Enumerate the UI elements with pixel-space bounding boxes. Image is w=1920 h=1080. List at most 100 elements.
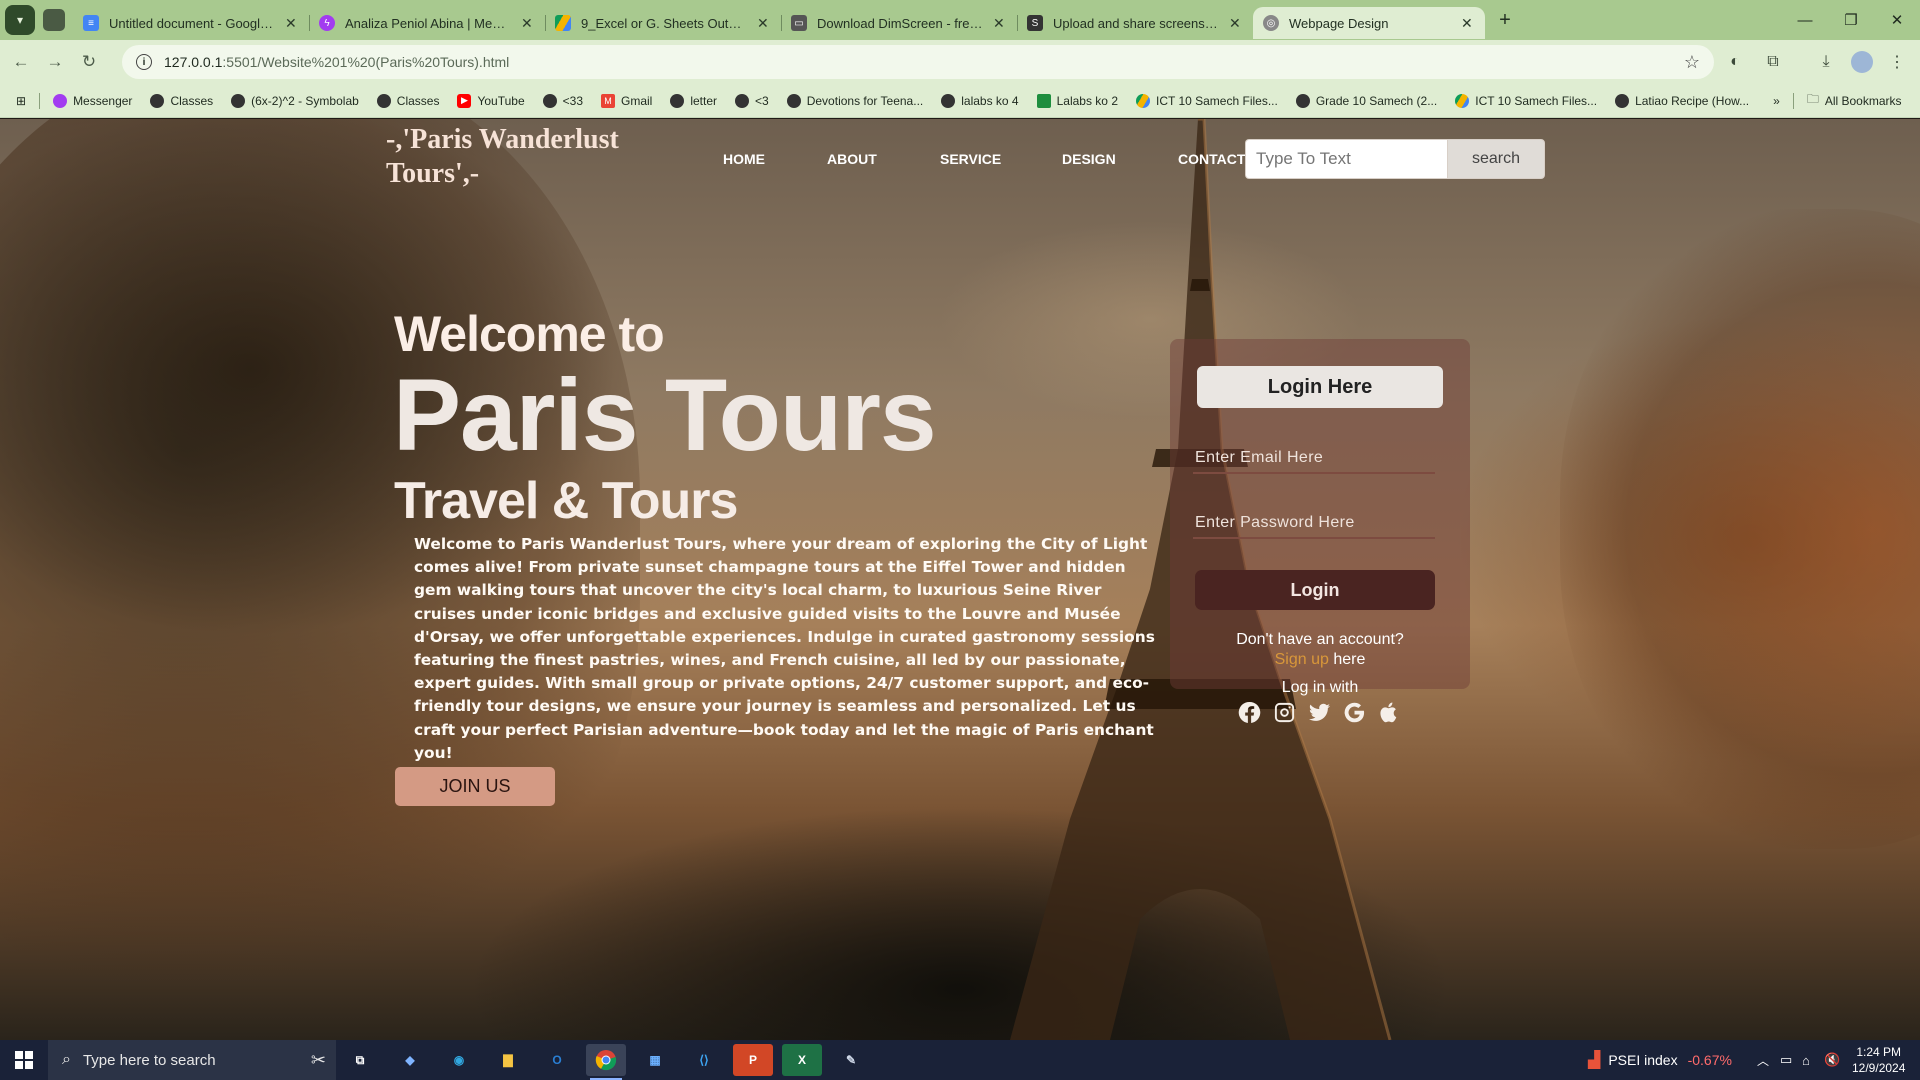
window-close-icon[interactable]: ✕ bbox=[1874, 0, 1920, 40]
bookmark-label: (6x-2)^2 - Symbolab bbox=[251, 93, 359, 108]
new-tab-button[interactable]: + bbox=[1491, 6, 1519, 34]
google-icon[interactable] bbox=[1341, 699, 1368, 726]
browser-tab-screenshots[interactable]: S Upload and share screenshots and ✕ bbox=[1017, 7, 1253, 39]
bookmark-item[interactable]: M Gmail bbox=[592, 93, 661, 108]
globe-icon bbox=[1615, 93, 1630, 108]
hero-welcome-heading: Welcome to bbox=[394, 306, 665, 362]
close-icon[interactable]: ✕ bbox=[521, 15, 535, 32]
task-view-icon[interactable]: ⧉ bbox=[340, 1044, 380, 1076]
nav-home[interactable]: HOME bbox=[723, 151, 765, 167]
facebook-icon[interactable] bbox=[1236, 699, 1263, 726]
bookmark-label: <3 bbox=[755, 93, 769, 108]
site-search-button[interactable]: search bbox=[1447, 139, 1545, 179]
bookmark-star-icon[interactable]: ☆ bbox=[1684, 52, 1700, 73]
outlook-icon[interactable]: O bbox=[537, 1044, 577, 1076]
profile-avatar[interactable] bbox=[1851, 51, 1873, 73]
chrome-icon[interactable] bbox=[586, 1044, 626, 1080]
signup-link[interactable]: Sign up bbox=[1275, 651, 1329, 668]
no-account-text: Don't have an account? bbox=[1236, 631, 1404, 648]
bookmark-item[interactable]: Classes bbox=[141, 93, 222, 108]
clock[interactable]: 1:24 PM 12/9/2024 bbox=[1852, 1040, 1905, 1080]
gmail-icon: M bbox=[601, 93, 615, 108]
twitter-icon[interactable] bbox=[1306, 699, 1333, 726]
network-icon[interactable]: ⌂ bbox=[1802, 1040, 1810, 1080]
tab-group-icon[interactable] bbox=[43, 9, 65, 31]
search-icon: ⌕ bbox=[62, 1051, 71, 1068]
instagram-icon[interactable] bbox=[1271, 699, 1298, 726]
excel-icon[interactable]: X bbox=[782, 1044, 822, 1076]
search-highlight-icon: ✂ bbox=[310, 1049, 326, 1070]
extensions-puzzle-icon[interactable]: ⧉ bbox=[1762, 51, 1784, 73]
bookmark-item[interactable]: Latiao Recipe (How... bbox=[1606, 93, 1758, 108]
site-logo[interactable]: -,'Paris Wanderlust Tours',- bbox=[386, 123, 666, 191]
stock-widget[interactable]: ▟ PSEI index -0.67% bbox=[1588, 1040, 1732, 1080]
browser-tab-messenger[interactable]: ϟ Analiza Peniol Abina | Messenger ✕ bbox=[309, 7, 545, 39]
microsoft-store-icon[interactable]: ▦ bbox=[635, 1044, 675, 1076]
browser-tab-webpage-design[interactable]: ◎ Webpage Design ✕ bbox=[1253, 7, 1485, 39]
bookmarks-divider bbox=[39, 92, 41, 109]
taskbar-search-box[interactable]: ⌕ Type here to search ✂ bbox=[48, 1040, 336, 1080]
more-menu-icon[interactable]: ⋮ bbox=[1886, 51, 1908, 73]
powerpoint-icon[interactable]: P bbox=[733, 1044, 773, 1076]
bookmark-label: Gmail bbox=[621, 93, 653, 108]
nav-contact[interactable]: CONTACT bbox=[1178, 151, 1245, 167]
sb-icon: S bbox=[1027, 15, 1043, 31]
close-icon[interactable]: ✕ bbox=[1229, 15, 1243, 32]
forward-icon[interactable]: → bbox=[38, 45, 72, 79]
bookmark-item[interactable]: Classes bbox=[368, 93, 449, 108]
close-icon[interactable]: ✕ bbox=[993, 15, 1007, 32]
join-us-button[interactable]: JOIN US bbox=[395, 767, 555, 806]
bookmark-item[interactable]: Devotions for Teena... bbox=[778, 93, 933, 108]
download-icon[interactable]: ⤓ bbox=[1815, 51, 1837, 73]
edge-icon[interactable]: ◉ bbox=[439, 1044, 479, 1076]
restore-icon[interactable]: ❐ bbox=[1828, 0, 1874, 40]
bookmark-label: Grade 10 Samech (2... bbox=[1315, 93, 1438, 108]
all-bookmarks-button[interactable]: 🗀 All Bookmarks bbox=[1798, 90, 1911, 111]
minimize-icon[interactable]: — bbox=[1782, 0, 1828, 40]
apple-icon[interactable] bbox=[1376, 699, 1403, 726]
nav-design[interactable]: DESIGN bbox=[1062, 151, 1116, 167]
volume-muted-icon[interactable]: 🔇 bbox=[1824, 1040, 1840, 1080]
browser-tab-docs[interactable]: ≡ Untitled document - Google Docs ✕ bbox=[73, 7, 309, 39]
browser-tab-drive[interactable]: 9_Excel or G. Sheets Output (ACT) ✕ bbox=[545, 7, 781, 39]
login-with-label: Log in with bbox=[1281, 679, 1359, 696]
extension-moon-icon[interactable]: ◐ bbox=[1724, 51, 1746, 73]
bookmark-item[interactable]: ▶ YouTube bbox=[448, 93, 533, 108]
site-info-icon[interactable]: i bbox=[136, 54, 152, 70]
show-hidden-icons[interactable]: ︿ bbox=[1757, 1040, 1769, 1080]
bookmark-item[interactable]: <3 bbox=[726, 93, 778, 108]
windows-start-icon[interactable] bbox=[0, 1040, 48, 1080]
login-button[interactable]: Login bbox=[1195, 570, 1435, 610]
tab-title: Upload and share screenshots and bbox=[1053, 15, 1219, 31]
bookmark-item[interactable]: ICT 10 Samech Files... bbox=[1127, 93, 1287, 108]
battery-icon[interactable]: ▭ bbox=[1780, 1040, 1792, 1080]
nav-service[interactable]: SERVICE bbox=[940, 151, 1001, 167]
apps-grid-icon[interactable]: ⊞ bbox=[0, 94, 35, 108]
browser-tab-dimscreen[interactable]: ▭ Download DimScreen - free - latest ✕ bbox=[781, 7, 1017, 39]
site-search-input[interactable] bbox=[1245, 139, 1447, 179]
paint-icon[interactable]: ✎ bbox=[831, 1044, 871, 1076]
back-icon[interactable]: ← bbox=[4, 45, 38, 79]
bookmark-item[interactable]: Grade 10 Samech (2... bbox=[1287, 93, 1446, 108]
reload-icon[interactable]: ↻ bbox=[72, 45, 106, 79]
more-bookmarks-icon[interactable]: » bbox=[1764, 94, 1789, 108]
bookmark-item[interactable]: ICT 10 Samech Files... bbox=[1446, 93, 1606, 108]
bookmark-item[interactable]: Lalabs ko 2 bbox=[1028, 93, 1127, 108]
password-field[interactable] bbox=[1193, 509, 1435, 539]
copilot-icon[interactable]: ◆ bbox=[390, 1044, 430, 1076]
close-icon[interactable]: ✕ bbox=[1461, 15, 1475, 32]
file-explorer-icon[interactable]: ▇ bbox=[488, 1044, 528, 1076]
bookmark-item[interactable]: Messenger bbox=[44, 93, 141, 108]
bookmark-item[interactable]: (6x-2)^2 - Symbolab bbox=[222, 93, 368, 108]
youtube-icon: ▶ bbox=[457, 93, 472, 108]
bookmark-item[interactable]: <33 bbox=[534, 93, 592, 108]
vscode-icon[interactable]: ⟨⟩ bbox=[684, 1044, 724, 1076]
close-icon[interactable]: ✕ bbox=[285, 15, 299, 32]
tab-search-icon[interactable]: ▾ bbox=[5, 5, 35, 35]
bookmark-item[interactable]: letter bbox=[661, 93, 726, 108]
nav-about[interactable]: ABOUT bbox=[827, 151, 877, 167]
email-field[interactable] bbox=[1193, 444, 1435, 474]
url-bar[interactable]: i 127.0.0.1:5501/Website%201%20(Paris%20… bbox=[122, 45, 1714, 79]
bookmark-item[interactable]: lalabs ko 4 bbox=[932, 93, 1027, 108]
close-icon[interactable]: ✕ bbox=[757, 15, 771, 32]
